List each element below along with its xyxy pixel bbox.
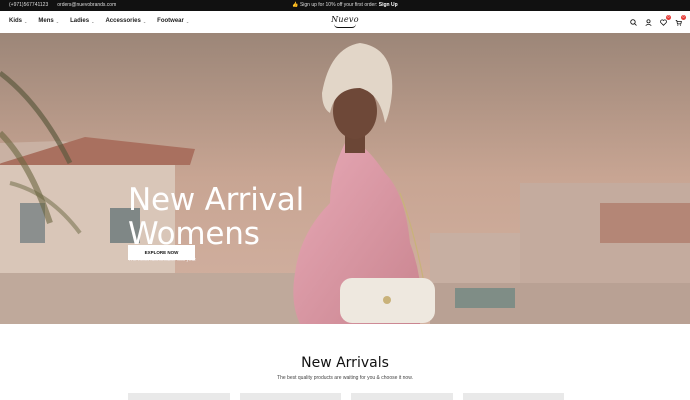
wishlist-button[interactable]: 0	[659, 15, 671, 26]
top-bar: (+971)567741123 orders@nuevobrands.com 👍…	[0, 0, 690, 11]
promo-banner: 👍 Sign up for 10% off your first order: …	[0, 2, 690, 8]
promo-text: 👍 Sign up for 10% off your first order:	[292, 2, 379, 8]
heart-icon	[659, 19, 667, 26]
menu-item-label: Ladies	[70, 18, 90, 24]
search-icon[interactable]	[629, 18, 637, 26]
chevron-down-icon: ⌄	[55, 18, 60, 24]
product-grid	[128, 393, 564, 400]
menu-item-label: Footwear	[157, 18, 184, 24]
chevron-down-icon: ⌄	[142, 18, 147, 24]
menu-item-label: Accessories	[105, 18, 141, 24]
menu-item-accessories[interactable]: Accessories ⌄	[105, 18, 146, 24]
logo-text: Nuevo	[331, 15, 359, 24]
hero-title-line1: New Arrival	[128, 182, 304, 218]
chevron-down-icon: ⌄	[91, 18, 95, 24]
menu-item-label: Mens	[38, 18, 54, 24]
product-card[interactable]	[128, 393, 230, 400]
logo-swoosh	[334, 24, 356, 28]
user-icon[interactable]	[644, 18, 652, 26]
menu-item-kids[interactable]: Kids ⌄	[9, 18, 27, 24]
menu-item-ladies[interactable]: Ladies ⌄	[70, 18, 94, 24]
product-card[interactable]	[239, 393, 341, 400]
wishlist-count-badge: 0	[666, 15, 671, 20]
chevron-down-icon: ⌄	[24, 18, 28, 24]
menu: Kids ⌄ Mens ⌄ Ladies ⌄ Accessories ⌄ Footwea…	[9, 18, 189, 24]
new-arrivals-subtitle: The best quality products are waiting fo…	[277, 375, 413, 381]
menu-item-footwear[interactable]: Footwear ⌄	[157, 18, 189, 24]
chevron-down-icon: ⌄	[185, 18, 190, 24]
product-card[interactable]	[351, 393, 453, 400]
brand-logo[interactable]: Nuevo	[331, 16, 359, 29]
new-arrivals-title: New Arrivals	[301, 355, 389, 371]
product-card[interactable]	[462, 393, 564, 400]
hero-banner: New Arrival Womens The most fashionable …	[0, 33, 690, 324]
cart-icon	[675, 19, 682, 26]
menu-item-label: Kids	[9, 18, 23, 24]
hero-title: New Arrival Womens	[128, 183, 304, 251]
hero-image	[0, 33, 690, 324]
signup-link[interactable]: Sign Up	[379, 2, 398, 8]
menu-item-mens[interactable]: Mens ⌄	[38, 18, 59, 24]
cart-button[interactable]: 0	[674, 15, 686, 26]
header-icons: 0 0	[629, 15, 686, 26]
cart-count-badge: 0	[681, 15, 686, 20]
explore-now-button[interactable]: EXPLORE NOW	[128, 245, 195, 260]
main-nav: Kids ⌄ Mens ⌄ Ladies ⌄ Accessories ⌄ Footwea…	[0, 11, 690, 34]
